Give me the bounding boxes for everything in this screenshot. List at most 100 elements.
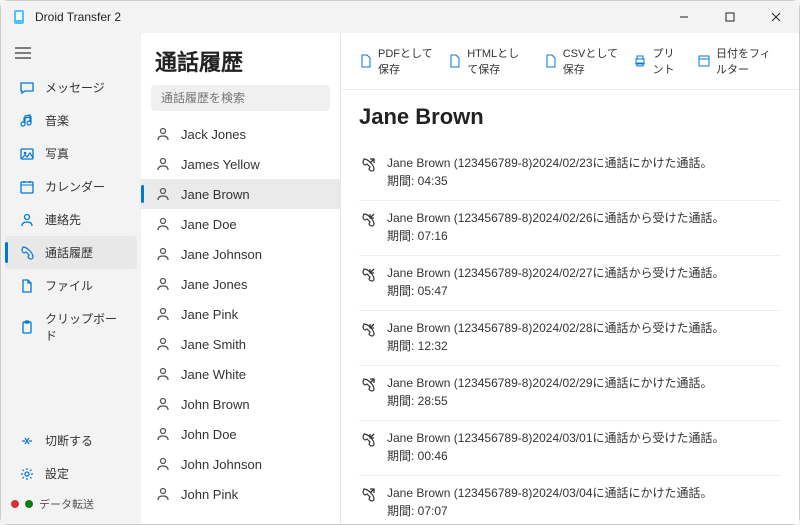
contact-item[interactable]: Jane Pink <box>141 299 340 329</box>
call-outgoing-icon <box>359 486 377 504</box>
export-pdf-button[interactable]: PDFとして保存 <box>355 43 438 79</box>
call-entry: Jane Brown (123456789-8)2024/02/23に通話にかけ… <box>359 146 781 201</box>
call-detail[interactable]: Jane Brown Jane Brown (123456789-8)2024/… <box>341 90 799 524</box>
sidebar-item-clipboard[interactable]: クリップボード <box>5 302 137 352</box>
person-icon <box>155 186 171 202</box>
nav-label: カレンダー <box>45 178 105 195</box>
call-line2: 期間: 12:32 <box>387 337 725 355</box>
contact-label: Jack Jones <box>181 127 246 142</box>
sidebar-item-music[interactable]: 音楽 <box>5 104 137 137</box>
disconnect-icon <box>19 433 35 449</box>
call-line2: 期間: 28:55 <box>387 392 713 410</box>
sidebar-item-contacts[interactable]: 連絡先 <box>5 203 137 236</box>
call-incoming-icon <box>359 266 377 284</box>
sidebar: メッセージ 音楽 写真 カレンダー 連絡先 通話履歴 ファイル クリップボード … <box>1 33 141 524</box>
sidebar-item-disconnect[interactable]: 切断する <box>5 424 137 457</box>
person-icon <box>155 306 171 322</box>
call-entry: Jane Brown (123456789-8)2024/02/27に通話から受… <box>359 256 781 311</box>
btn-label: 日付をフィルター <box>716 45 781 77</box>
contact-item[interactable]: Jane White <box>141 359 340 389</box>
minimize-button[interactable] <box>661 1 707 33</box>
contacts-icon <box>19 212 35 228</box>
contact-item[interactable]: John Doe <box>141 419 340 449</box>
contact-label: Jane Jones <box>181 277 248 292</box>
person-icon <box>155 396 171 412</box>
nav-label: メッセージ <box>45 79 105 96</box>
message-icon <box>19 80 35 96</box>
sidebar-item-files[interactable]: ファイル <box>5 269 137 302</box>
contact-panel: 通話履歴 Jack JonesJames YellowJane BrownJan… <box>141 33 341 524</box>
call-line2: 期間: 00:46 <box>387 447 725 465</box>
contact-label: John Johnson <box>181 457 262 472</box>
person-icon <box>155 156 171 172</box>
calendar-icon <box>19 179 35 195</box>
call-line2: 期間: 05:47 <box>387 282 725 300</box>
app-icon <box>11 9 27 25</box>
selected-contact-name: Jane Brown <box>359 104 781 130</box>
nav-label: 通話履歴 <box>45 244 93 261</box>
print-button[interactable]: プリント <box>629 43 687 79</box>
toolbar: PDFとして保存 HTMLとして保存 CSVとして保存 プリント 日付をフィルタ… <box>341 33 799 90</box>
contact-label: John Pink <box>181 487 238 502</box>
contact-item[interactable]: John Johnson <box>141 449 340 479</box>
close-button[interactable] <box>753 1 799 33</box>
nav-label: 切断する <box>45 432 93 449</box>
status-bar: データ転送 <box>1 490 141 518</box>
call-line1: Jane Brown (123456789-8)2024/03/04に通話にかけ… <box>387 484 713 502</box>
nav-label: 写真 <box>45 145 69 162</box>
call-line2: 期間: 04:35 <box>387 172 713 190</box>
call-line2: 期間: 07:07 <box>387 502 713 520</box>
nav-label: 設定 <box>45 465 69 482</box>
call-line1: Jane Brown (123456789-8)2024/02/26に通話から受… <box>387 209 725 227</box>
main-panel: PDFとして保存 HTMLとして保存 CSVとして保存 プリント 日付をフィルタ… <box>341 33 799 524</box>
contact-item[interactable]: Jane Doe <box>141 209 340 239</box>
contact-item[interactable]: Jack Jones <box>141 119 340 149</box>
window-controls <box>661 1 799 33</box>
contact-item[interactable]: Jane Jones <box>141 269 340 299</box>
call-line1: Jane Brown (123456789-8)2024/02/23に通話にかけ… <box>387 154 713 172</box>
filter-icon <box>697 54 711 68</box>
sidebar-item-photos[interactable]: 写真 <box>5 137 137 170</box>
section-title: 通話履歴 <box>155 45 326 77</box>
sidebar-item-settings[interactable]: 設定 <box>5 457 137 490</box>
contact-label: John Doe <box>181 427 237 442</box>
contact-label: Jane Smith <box>181 337 246 352</box>
html-icon <box>448 54 462 68</box>
call-line2: 期間: 07:16 <box>387 227 725 245</box>
btn-label: PDFとして保存 <box>378 45 434 77</box>
contact-label: James Yellow <box>181 157 260 172</box>
export-csv-button[interactable]: CSVとして保存 <box>540 43 624 79</box>
call-entry: Jane Brown (123456789-8)2024/02/29に通話にかけ… <box>359 366 781 421</box>
contact-item[interactable]: Jane Johnson <box>141 239 340 269</box>
contact-list[interactable]: Jack Jones James Yellow Jane BrownJane Doe… <box>141 119 340 524</box>
contact-label: Jane Johnson <box>181 247 262 262</box>
contact-item[interactable]: James Yellow <box>141 149 340 179</box>
maximize-button[interactable] <box>707 1 753 33</box>
person-icon <box>155 216 171 232</box>
person-icon <box>155 366 171 382</box>
file-icon <box>19 278 35 294</box>
contact-item[interactable]: Jane Brown <box>141 179 340 209</box>
hamburger-button[interactable] <box>1 39 141 67</box>
contact-item[interactable]: John Pink <box>141 479 340 509</box>
status-text: データ転送 <box>39 496 94 512</box>
search-input[interactable] <box>151 85 330 111</box>
nav-label: クリップボード <box>45 310 123 344</box>
call-outgoing-icon <box>359 376 377 394</box>
contact-item[interactable]: John Brown <box>141 389 340 419</box>
person-icon <box>155 486 171 502</box>
sidebar-item-calendar[interactable]: カレンダー <box>5 170 137 203</box>
person-icon <box>155 126 171 142</box>
status-dot-green <box>25 500 33 508</box>
contact-item[interactable]: Jane Smith <box>141 329 340 359</box>
filter-date-button[interactable]: 日付をフィルター <box>693 43 785 79</box>
sidebar-item-call-history[interactable]: 通話履歴 <box>5 236 137 269</box>
person-icon <box>155 426 171 442</box>
titlebar: Droid Transfer 2 <box>1 1 799 33</box>
nav-label: ファイル <box>45 277 93 294</box>
export-html-button[interactable]: HTMLとして保存 <box>444 43 534 79</box>
pdf-icon <box>359 54 373 68</box>
nav-label: 音楽 <box>45 112 69 129</box>
sidebar-item-messages[interactable]: メッセージ <box>5 71 137 104</box>
csv-icon <box>544 54 558 68</box>
